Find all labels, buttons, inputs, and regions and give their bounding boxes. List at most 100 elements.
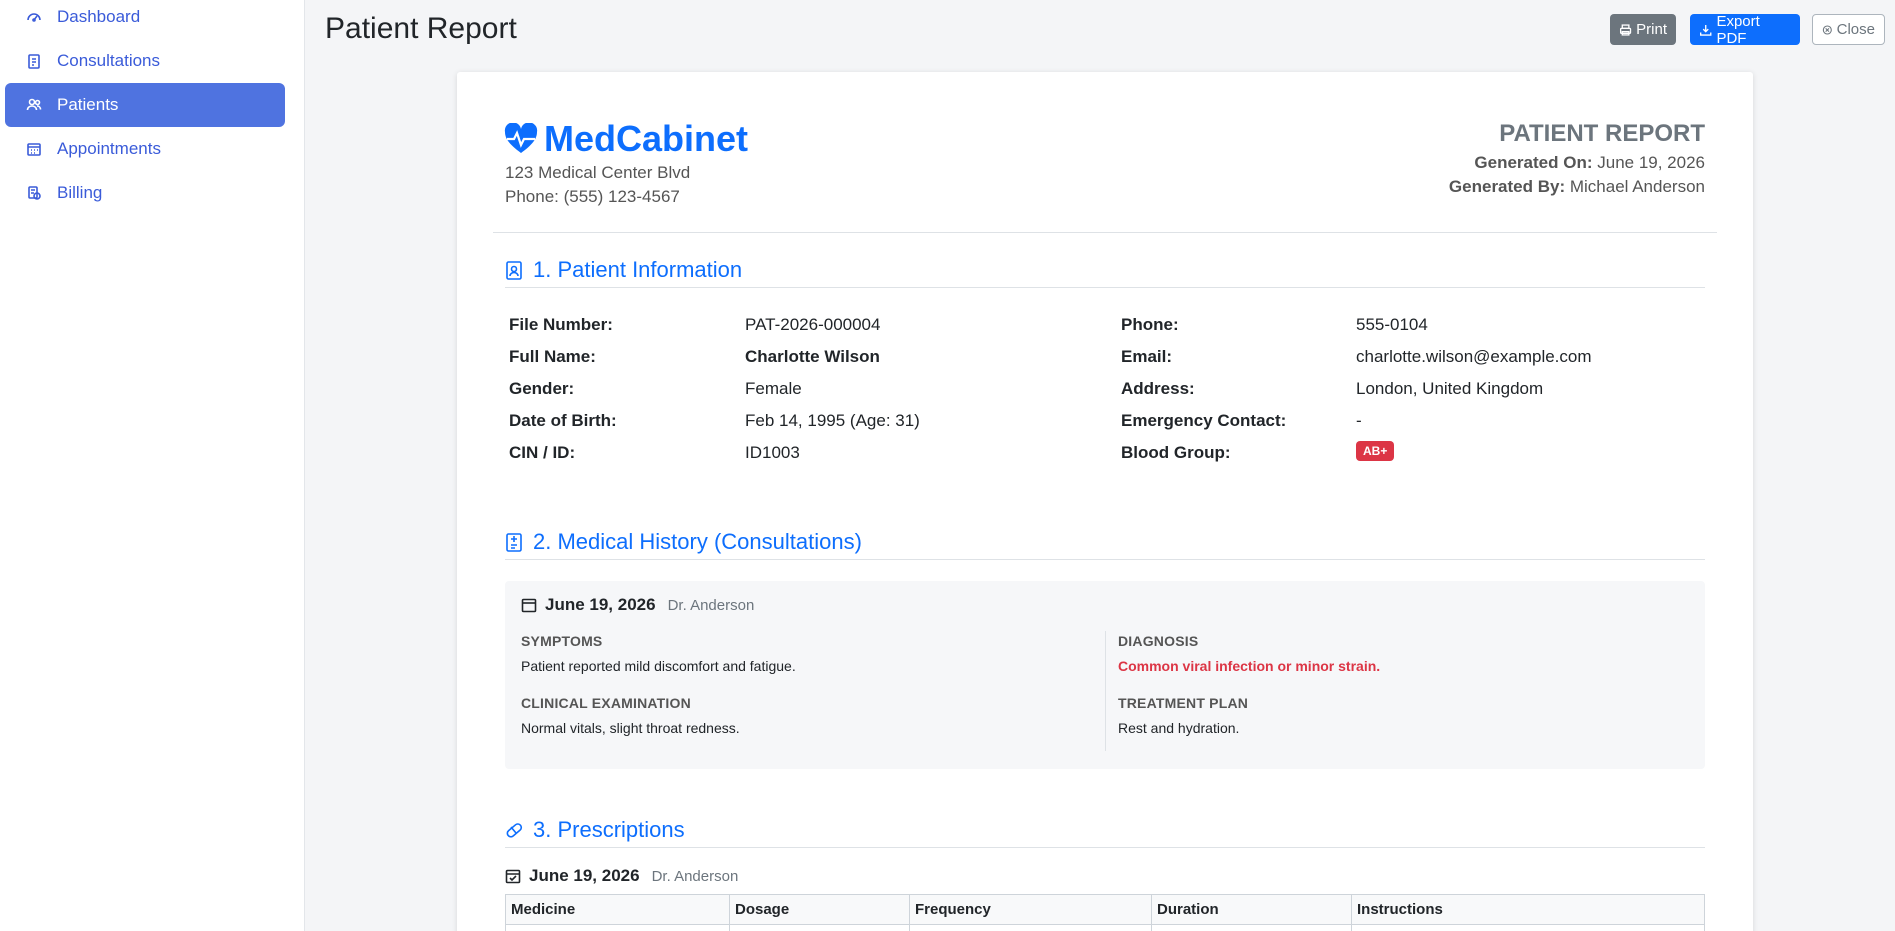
sidebar-item-dashboard[interactable]: Dashboard: [5, 0, 285, 39]
email-value: charlotte.wilson@example.com: [1356, 347, 1592, 366]
id-badge-icon: [506, 260, 522, 280]
report-title: PATIENT REPORT: [1499, 120, 1705, 147]
file-number-value: PAT-2026-000004: [745, 315, 881, 334]
address-value: London, United Kingdom: [1356, 379, 1544, 398]
consultation-doctor: Dr. Anderson: [667, 596, 755, 614]
prescription-header: June 19, 2026 Dr. Anderson: [505, 866, 738, 886]
table-cell: [1351, 924, 1705, 931]
treatment-label: TREATMENT PLAN: [1118, 695, 1249, 711]
section-title: 1. Patient Information: [533, 256, 743, 282]
close-button[interactable]: Close: [1812, 14, 1885, 45]
printer-icon: [1619, 23, 1632, 36]
blood-group-label: Blood Group:: [1121, 443, 1231, 462]
file-number-label: File Number:: [509, 315, 613, 334]
generated-by-label: Generated By:: [1448, 177, 1566, 196]
close-circle-icon: [1822, 24, 1832, 35]
gender-value: Female: [745, 379, 802, 398]
prescription-table: Medicine Dosage Frequency Duration Instr…: [505, 894, 1705, 931]
section-title: 3. Prescriptions: [533, 816, 685, 842]
pill-icon: [506, 822, 523, 838]
generated-on-value: June 19, 2026: [1597, 153, 1705, 172]
download-icon: [1700, 24, 1712, 36]
section-patient-information: 1. Patient Information: [505, 252, 1705, 288]
clinic-address: 123 Medical Center Blvd: [505, 163, 691, 182]
phone-value: 555-0104: [1356, 315, 1428, 334]
column-divider: [1105, 631, 1106, 751]
billing-icon: [25, 184, 43, 202]
symptoms-label: SYMPTOMS: [521, 633, 603, 649]
column-header: Frequency: [909, 894, 1152, 925]
clinic-phone: Phone: (555) 123-4567: [505, 187, 680, 206]
email-label: Email:: [1121, 347, 1173, 366]
dob-label: Date of Birth:: [509, 411, 617, 430]
consultation-header: June 19, 2026 Dr. Anderson: [521, 595, 754, 615]
exam-text: Normal vitals, slight throat redness.: [521, 720, 740, 736]
exam-label: CLINICAL EXAMINATION: [521, 695, 691, 711]
generated-by: Generated By: Michael Anderson: [1449, 177, 1705, 197]
sidebar-item-label: Appointments: [57, 139, 161, 158]
table-cell: [1151, 924, 1352, 931]
blood-group-value-wrap: AB+: [1356, 441, 1395, 461]
divider: [493, 232, 1717, 233]
emergency-contact-value: -: [1356, 411, 1362, 430]
section-medical-history: 2. Medical History (Consultations): [505, 524, 1705, 560]
export-pdf-button[interactable]: Export PDF: [1690, 12, 1800, 47]
sidebar-item-appointments[interactable]: Appointments: [5, 127, 285, 171]
sidebar-item-label: Consultations: [57, 51, 161, 70]
export-label: Export PDF: [1716, 12, 1760, 47]
sidebar-item-label: Dashboard: [57, 7, 141, 26]
generated-on: Generated On: June 19, 2026: [1474, 153, 1705, 173]
report-document: MedCabinet 123 Medical Center Blvd Phone…: [457, 72, 1753, 931]
page-title: Patient Report: [325, 12, 517, 45]
calendar-grid-icon: [25, 140, 43, 158]
generated-on-label: Generated On:: [1474, 153, 1593, 172]
cin-value: ID1003: [745, 443, 800, 462]
print-button[interactable]: Print: [1610, 14, 1676, 45]
calendar-check-icon: [505, 869, 521, 884]
consultation-date: June 19, 2026: [545, 595, 656, 614]
sidebar-item-label: Billing: [57, 183, 103, 202]
calendar-icon: [521, 598, 537, 613]
heart-pulse-icon: [504, 123, 538, 153]
address-label: Address:: [1121, 379, 1195, 398]
blood-group-badge: AB+: [1356, 441, 1395, 461]
gender-label: Gender:: [509, 379, 575, 398]
section-title: 2. Medical History (Consultations): [533, 528, 862, 554]
column-header: Medicine: [505, 894, 730, 925]
cin-label: CIN / ID:: [509, 443, 576, 462]
brand-name: MedCabinet: [544, 118, 749, 159]
diagnosis-text: Common viral infection or minor strain.: [1118, 658, 1381, 674]
diagnosis-label: DIAGNOSIS: [1118, 633, 1199, 649]
full-name-label: Full Name:: [509, 347, 596, 366]
sidebar-item-patients[interactable]: Patients: [5, 83, 285, 127]
table-header-row: Medicine Dosage Frequency Duration Instr…: [505, 894, 1705, 925]
column-header: Dosage: [729, 894, 910, 925]
sidebar: Dashboard Consultations Patients Appoint…: [0, 0, 305, 931]
close-label: Close: [1836, 21, 1875, 38]
generated-by-value: Michael Anderson: [1569, 177, 1705, 196]
sidebar-item-billing[interactable]: Billing: [5, 171, 285, 215]
brand-logo: MedCabinet: [504, 118, 748, 160]
sidebar-item-consultations[interactable]: Consultations: [5, 39, 285, 83]
table-cell: [729, 924, 910, 931]
print-label: Print: [1636, 21, 1667, 38]
phone-label: Phone:: [1121, 315, 1179, 334]
treatment-text: Rest and hydration.: [1118, 720, 1240, 736]
full-name-value: Charlotte Wilson: [745, 347, 880, 366]
column-header: Duration: [1151, 894, 1352, 925]
medical-file-icon: [506, 532, 522, 552]
symptoms-text: Patient reported mild discomfort and fat…: [521, 658, 796, 674]
table-cell: [909, 924, 1152, 931]
people-icon: [25, 96, 43, 114]
gauge-icon: [25, 8, 43, 26]
prescription-doctor: Dr. Anderson: [651, 867, 739, 885]
section-prescriptions: 3. Prescriptions: [505, 812, 1705, 848]
table-cell: [505, 924, 730, 931]
table-row: [505, 924, 1705, 931]
dob-value: Feb 14, 1995 (Age: 31): [745, 411, 920, 430]
consultation-card: June 19, 2026 Dr. Anderson SYMPTOMS Pati…: [505, 581, 1705, 769]
clipboard-icon: [25, 52, 43, 70]
column-header: Instructions: [1351, 894, 1705, 925]
emergency-contact-label: Emergency Contact:: [1121, 411, 1287, 430]
prescription-date: June 19, 2026: [529, 866, 640, 885]
